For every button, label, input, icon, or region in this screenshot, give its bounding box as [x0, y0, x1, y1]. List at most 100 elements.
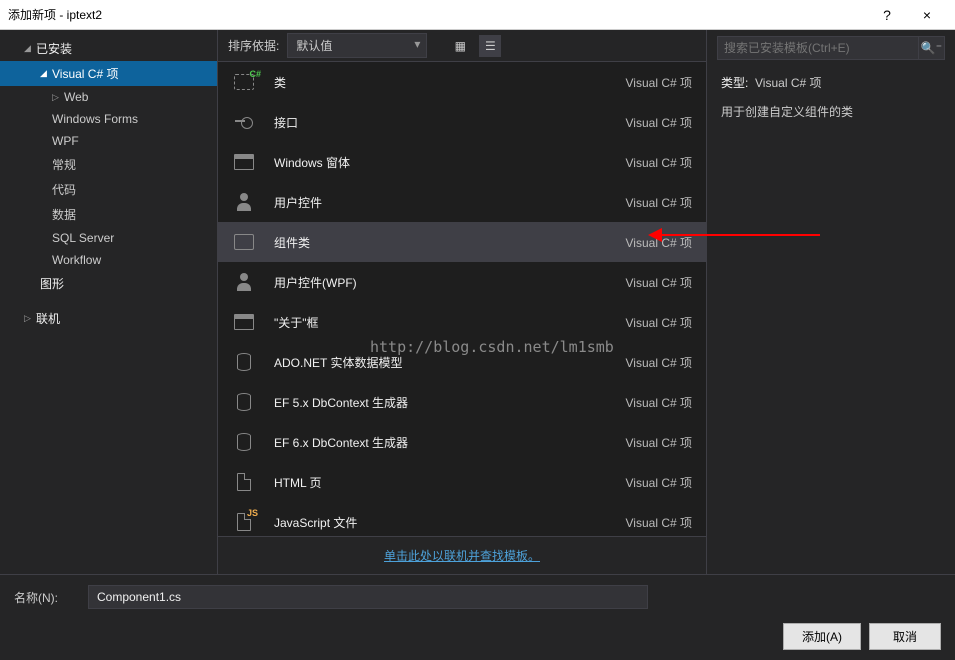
template-row[interactable]: C#类Visual C# 项 [218, 62, 706, 102]
category-sidebar: ◢ 已安装 ◢ Visual C# 项 ▷ Web Windows Forms … [0, 30, 218, 574]
template-name: 组件类 [274, 234, 626, 251]
sidebar-online[interactable]: ▷ 联机 [0, 306, 217, 331]
sidebar-item-visual-csharp[interactable]: ◢ Visual C# 项 [0, 61, 217, 86]
sidebar-item-label: Windows Forms [52, 112, 138, 126]
class-icon: C# [234, 74, 254, 90]
template-row[interactable]: HTML 页Visual C# 项 [218, 462, 706, 502]
close-button[interactable]: × [907, 7, 947, 23]
sidebar-item-label: 数据 [52, 206, 76, 223]
js-document-icon: JS [237, 513, 251, 531]
template-type: Visual C# 项 [626, 514, 692, 531]
type-value: Visual C# 项 [755, 76, 821, 90]
template-icon-wrap [228, 188, 260, 216]
sidebar-item-label: 图形 [40, 275, 64, 292]
sidebar-item-label: Web [64, 90, 88, 104]
template-name: 用户控件(WPF) [274, 274, 626, 291]
interface-icon [235, 115, 253, 129]
sidebar-item-sql[interactable]: SQL Server [0, 227, 217, 249]
template-row[interactable]: 用户控件(WPF)Visual C# 项 [218, 262, 706, 302]
sort-dropdown[interactable]: 默认值 [287, 33, 427, 58]
filename-input[interactable] [88, 585, 648, 609]
template-type: Visual C# 项 [626, 154, 692, 171]
database-icon [237, 393, 251, 411]
database-icon [237, 433, 251, 451]
template-row[interactable]: 用户控件Visual C# 项 [218, 182, 706, 222]
template-type: Visual C# 项 [626, 394, 692, 411]
sort-value: 默认值 [296, 39, 332, 53]
template-icon-wrap [228, 268, 260, 296]
template-name: HTML 页 [274, 474, 626, 491]
expand-arrow-icon: ▷ [24, 313, 34, 324]
help-button[interactable]: ? [867, 7, 907, 23]
titlebar: 添加新项 - iptext2 ? × [0, 0, 955, 30]
template-type: Visual C# 项 [626, 314, 692, 331]
template-icon-wrap: JS [228, 508, 260, 536]
template-name: Windows 窗体 [274, 154, 626, 171]
grid-icon: ▦ [455, 39, 466, 53]
add-button[interactable]: 添加(A) [783, 623, 861, 650]
template-row[interactable]: JSJavaScript 文件Visual C# 项 [218, 502, 706, 536]
template-row[interactable]: 组件类Visual C# 项 [218, 222, 706, 262]
sidebar-item-workflow[interactable]: Workflow [0, 249, 217, 271]
template-row[interactable]: EF 5.x DbContext 生成器Visual C# 项 [218, 382, 706, 422]
template-toolbar: 排序依据: 默认值 ▦ ☰ [218, 30, 706, 62]
sidebar-item-code[interactable]: 代码 [0, 177, 217, 202]
cancel-button[interactable]: 取消 [869, 623, 941, 650]
sidebar-item-general[interactable]: 常规 [0, 152, 217, 177]
template-name: 接口 [274, 114, 626, 131]
template-icon-wrap [228, 148, 260, 176]
sidebar-item-label: Visual C# 项 [52, 65, 118, 82]
expand-arrow-icon: ▷ [52, 92, 62, 103]
online-search-link[interactable]: 单击此处以联机并查找模板。 [218, 536, 706, 574]
sidebar-installed[interactable]: ◢ 已安装 [0, 36, 217, 61]
search-button[interactable]: 🔍⁻ [919, 36, 945, 60]
template-row[interactable]: "关于"框Visual C# 项 [218, 302, 706, 342]
template-icon-wrap [228, 108, 260, 136]
template-icon-wrap [228, 228, 260, 256]
template-type: Visual C# 项 [626, 74, 692, 91]
sidebar-online-label: 联机 [36, 310, 60, 327]
view-icons-button[interactable]: ▦ [449, 35, 471, 57]
template-panel: 排序依据: 默认值 ▦ ☰ C#类Visual C# 项接口Visual C# … [218, 30, 707, 574]
user-control-icon [235, 193, 253, 211]
sidebar-item-label: WPF [52, 134, 79, 148]
template-row[interactable]: 接口Visual C# 项 [218, 102, 706, 142]
list-icon: ☰ [485, 39, 496, 53]
template-type: Visual C# 项 [626, 354, 692, 371]
template-type: Visual C# 项 [626, 194, 692, 211]
type-info: 类型: Visual C# 项 [707, 70, 955, 95]
template-type: Visual C# 项 [626, 474, 692, 491]
user-control-icon [235, 273, 253, 291]
expand-arrow-icon: ◢ [40, 68, 50, 79]
sidebar-item-winforms[interactable]: Windows Forms [0, 108, 217, 130]
template-name: ADO.NET 实体数据模型 [274, 354, 626, 371]
template-description: 用于创建自定义组件的类 [707, 95, 955, 128]
sidebar-item-label: 常规 [52, 156, 76, 173]
database-icon [237, 353, 251, 371]
bottom-panel: 名称(N): 添加(A) 取消 [0, 574, 955, 660]
template-row[interactable]: EF 6.x DbContext 生成器Visual C# 项 [218, 422, 706, 462]
about-box-icon [234, 314, 254, 330]
type-label: 类型: [721, 76, 748, 90]
window-title: 添加新项 - iptext2 [8, 6, 867, 23]
sort-label: 排序依据: [228, 37, 279, 54]
template-name: "关于"框 [274, 314, 626, 331]
sidebar-item-web[interactable]: ▷ Web [0, 86, 217, 108]
template-name: 用户控件 [274, 194, 626, 211]
template-icon-wrap [228, 468, 260, 496]
view-list-button[interactable]: ☰ [479, 35, 501, 57]
template-row[interactable]: ADO.NET 实体数据模型Visual C# 项 [218, 342, 706, 382]
template-icon-wrap [228, 308, 260, 336]
sidebar-item-data[interactable]: 数据 [0, 202, 217, 227]
template-icon-wrap [228, 388, 260, 416]
sidebar-item-wpf[interactable]: WPF [0, 130, 217, 152]
template-name: EF 6.x DbContext 生成器 [274, 434, 626, 451]
sidebar-item-graphics[interactable]: 图形 [0, 271, 217, 296]
component-icon [234, 234, 254, 250]
search-input[interactable] [717, 36, 919, 60]
template-list[interactable]: C#类Visual C# 项接口Visual C# 项Windows 窗体Vis… [218, 62, 706, 536]
search-icon: 🔍⁻ [921, 41, 942, 55]
template-row[interactable]: Windows 窗体Visual C# 项 [218, 142, 706, 182]
document-icon [237, 473, 251, 491]
sidebar-installed-label: 已安装 [36, 40, 72, 57]
